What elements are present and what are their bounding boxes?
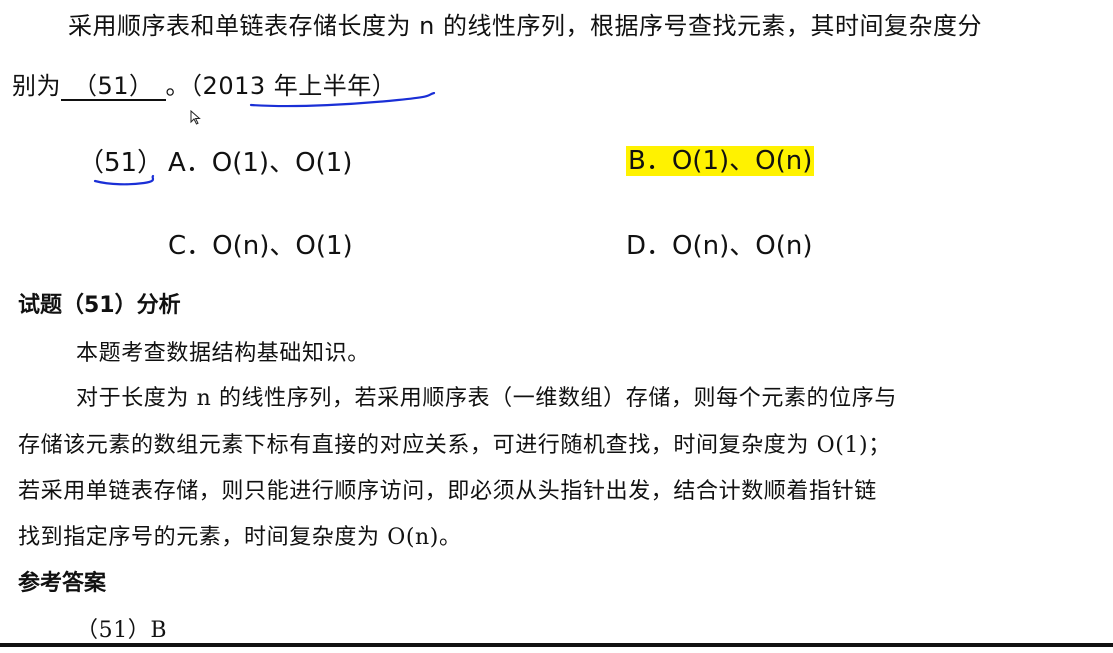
option-c: C．O(n)、O(1) [168, 231, 353, 261]
question-period: 。 [165, 72, 191, 100]
option-a: A．O(1)、O(1) [168, 148, 353, 178]
answer-blank: （51） [61, 73, 166, 102]
answer-heading: 参考答案 [18, 571, 107, 596]
mouse-pointer-icon [190, 110, 201, 125]
answer-value: （51）B [76, 618, 168, 643]
annotation-underline-source [249, 92, 436, 108]
analysis-line-1: 对于长度为 n 的线性序列，若采用顺序表（一维数组）存储，则每个元素的位序与 [76, 386, 897, 411]
option-b: B．O(1)、O(n) [626, 140, 815, 177]
option-d: D．O(n)、O(n) [626, 231, 813, 261]
analysis-heading: 试题（51）分析 [18, 293, 181, 318]
analysis-paragraph-1: 本题考查数据结构基础知识。 [76, 341, 370, 366]
annotation-underline-number [93, 174, 155, 186]
analysis-line-4: 找到指定序号的元素，时间复杂度为 O(n)。 [18, 525, 462, 550]
option-b-highlight: B．O(1)、O(n) [626, 146, 815, 176]
question-line-1: 采用顺序表和单链表存储长度为 n 的线性序列，根据序号查找元素，其时间复杂度分 [68, 12, 982, 40]
bottom-rule [0, 643, 1113, 647]
question-prefix: 别为 [12, 72, 61, 100]
analysis-line-3: 若采用单链表存储，则只能进行顺序访问，即必须从头指针出发，结合计数顺着指针链 [18, 479, 877, 504]
analysis-line-2: 存储该元素的数组元素下标有直接的对应关系，可进行随机查找，时间复杂度为 O(1)… [18, 433, 891, 458]
